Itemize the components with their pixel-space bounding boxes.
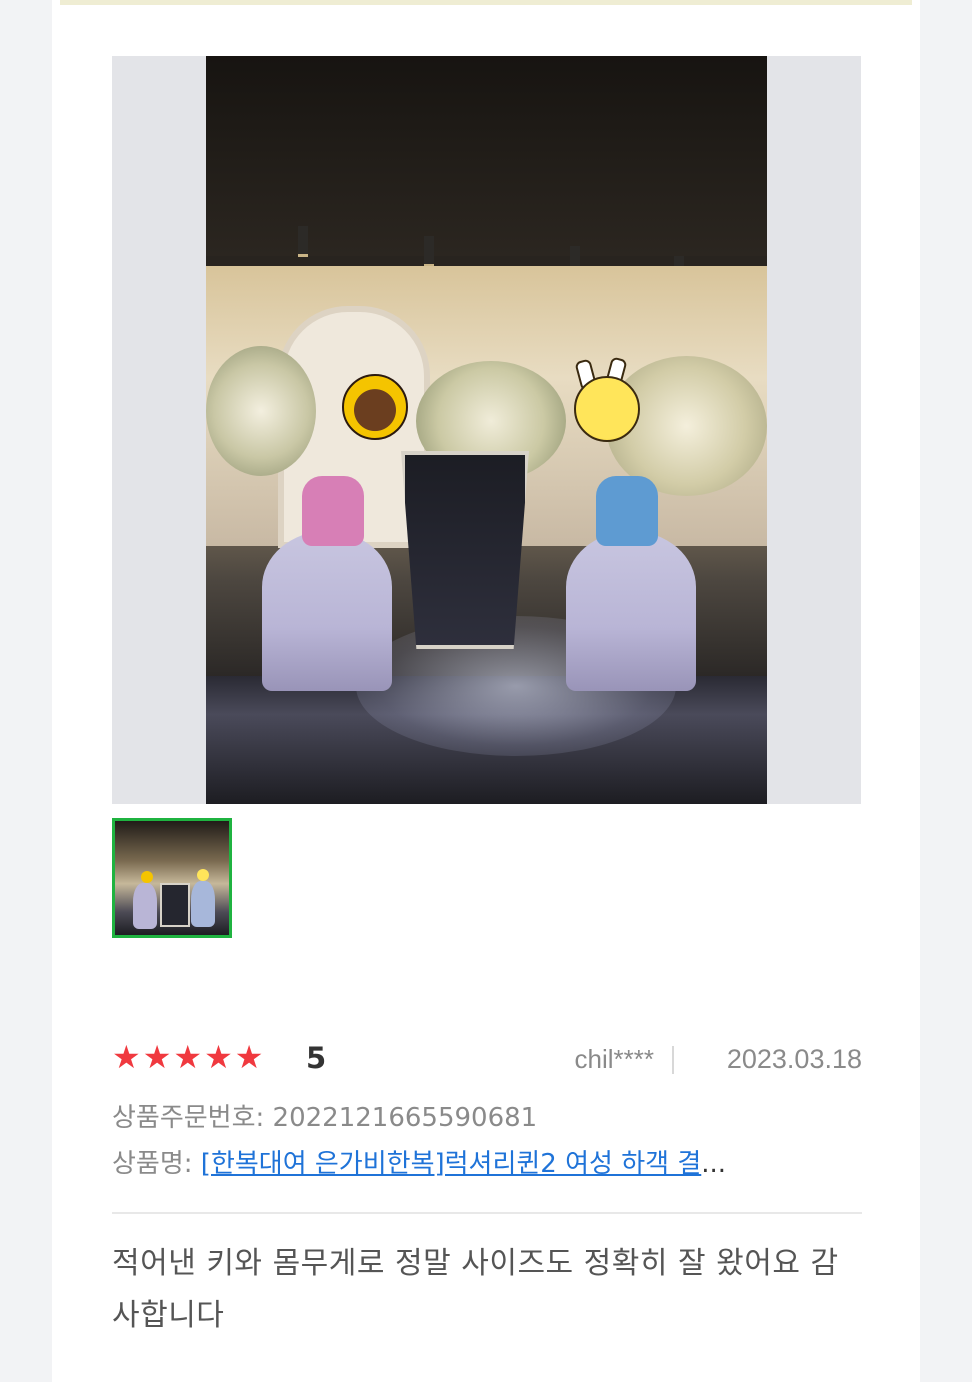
star-icon: ★	[112, 1038, 141, 1076]
hanbok-top	[302, 476, 364, 546]
thumb-sticker	[141, 871, 153, 883]
order-number-value: 2022121665590681	[272, 1103, 538, 1133]
ceiling-lamp	[298, 226, 308, 257]
thumb-podium	[160, 883, 190, 927]
hanbok-skirt	[262, 531, 392, 691]
review-card: ★ ★ ★ ★ ★ 5 chil**** 2023.03.18 상품주문번호: …	[52, 0, 920, 1382]
hanbok-top	[596, 476, 658, 546]
review-text: 적어낸 키와 몸무게로 정말 사이즈도 정확히 잘 왔어요 감사합니다	[112, 1246, 839, 1333]
thumb-sticker	[197, 869, 209, 881]
divider-bar	[672, 1046, 674, 1074]
star-icon: ★	[204, 1038, 233, 1076]
podium	[401, 451, 529, 649]
thumb-figure	[133, 883, 157, 929]
product-name-link[interactable]: [한복대여 은가비한복]럭셔리퀸2 여성 하객 결	[201, 1149, 701, 1179]
rating-row: ★ ★ ★ ★ ★ 5 chil**** 2023.03.18	[112, 1038, 862, 1078]
photo-ceiling	[206, 56, 767, 256]
thumb-figure	[191, 881, 215, 927]
product-name-label: 상품명:	[112, 1149, 193, 1179]
star-rating: ★ ★ ★ ★ ★	[112, 1038, 263, 1076]
product-name-ellipsis: ...	[701, 1149, 727, 1179]
order-number-row: 상품주문번호: 2022121665590681	[112, 1100, 537, 1136]
star-icon: ★	[234, 1038, 264, 1076]
reviewer-id: chil****	[574, 1044, 655, 1074]
photo-content	[206, 56, 767, 804]
person-left	[252, 436, 402, 691]
product-name-row: 상품명: [한복대여 은가비한복]럭셔리퀸2 여성 하객 결...	[112, 1146, 862, 1182]
photo-thumbnail-selected[interactable]	[112, 818, 232, 938]
review-date: 2023.03.18	[726, 1044, 862, 1074]
order-number-label: 상품주문번호:	[112, 1103, 265, 1133]
star-icon: ★	[142, 1038, 172, 1076]
section-divider	[112, 1212, 862, 1214]
rating-score: 5	[306, 1041, 327, 1075]
ceiling-lamp	[424, 236, 434, 267]
face-cover-sticker	[342, 374, 408, 440]
person-right	[556, 436, 696, 691]
top-strip	[60, 0, 912, 5]
hanbok-skirt	[566, 531, 696, 691]
face-cover-sticker	[574, 376, 640, 442]
review-main-photo[interactable]	[112, 56, 861, 804]
star-icon: ★	[173, 1038, 203, 1076]
